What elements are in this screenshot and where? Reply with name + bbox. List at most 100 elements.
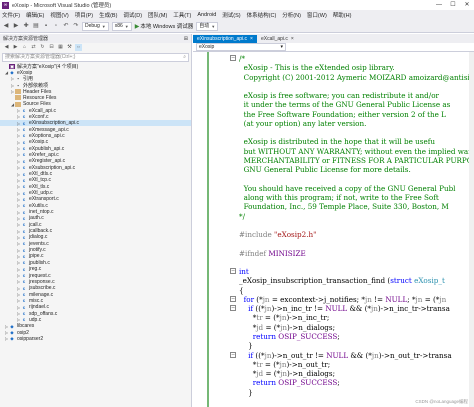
solution-explorer-title: 解决方案资源管理器 [3,36,49,42]
code-token: )->n_inc_tr; [286,313,330,323]
folder-icon [15,101,21,107]
home-icon[interactable]: ⌂ [21,44,28,51]
c-file-icon: c [22,139,26,145]
maximize-icon[interactable]: ☐ [446,0,460,10]
menu-item[interactable]: 测试(S) [222,11,240,19]
tree-item-label: eXoptions_api.c [29,132,65,139]
menu-item[interactable]: 窗口(W) [307,11,327,19]
code-token: ((* [253,304,265,314]
menu-item[interactable]: 团队(M) [148,11,167,19]
collapse-region-icon[interactable]: − [230,305,236,312]
tree-item-label: eXconf.c [29,113,49,120]
code-token: jn [279,313,287,323]
menu-item[interactable]: 体系结构(C) [247,11,277,19]
project-icon: ◆ [10,70,14,76]
save-icon[interactable]: ▪ [42,22,50,30]
menu-item[interactable]: 项目(P) [75,11,93,19]
editor-tab[interactable]: eXinsubscription_api.c × [193,35,257,43]
configuration-select[interactable]: Debug ▼ [82,21,109,31]
forward-icon[interactable]: ▶ [12,44,19,51]
show-all-files-icon[interactable]: ▦ [57,44,64,51]
menu-item[interactable]: 分析(N) [282,11,301,19]
code-token: Copyright (C) 2001-2012 Aymeric MOIZARD … [239,72,474,82]
code-token: the Free Software Foundation; either ver… [239,109,446,119]
code-token: )->n_out_tr; [286,359,331,369]
menu-item[interactable]: 视图(V) [50,11,68,19]
platform-value: x86 [114,22,123,29]
tree-item-label: sdp_offans.c [29,310,58,317]
menu-item[interactable]: 文件(F) [2,11,20,19]
minimize-icon[interactable]: — [432,0,446,10]
redo-icon[interactable]: ↷ [72,22,80,30]
reference-icon: ▪ [17,82,19,88]
code-line: return OSIP_SUCCESS; [239,378,474,387]
back-icon[interactable]: ◀ [3,44,10,51]
source-code[interactable]: −/* eXosip - This is the eXtended osip l… [230,54,474,406]
undo-icon[interactable]: ↶ [62,22,70,30]
c-file-icon: c [22,304,26,310]
close-tab-icon[interactable]: × [250,35,253,43]
menu-item[interactable]: 编辑(E) [26,11,44,19]
code-token: jn [280,369,288,379]
back-icon[interactable]: ◀ [2,22,10,30]
preview-icon[interactable]: ⇔ [75,44,82,51]
code-token: #ifndef [239,248,269,258]
code-token: )->n_inc_tr != [271,304,326,314]
start-debugging-button[interactable]: ▶ 本地 Windows 调试器 [135,22,194,31]
menu-item[interactable]: 调试(D) [123,11,142,19]
code-token: return [252,331,276,341]
collapse-all-icon[interactable]: ⊟ [48,44,55,51]
menu-item[interactable]: 生成(B) [99,11,117,19]
open-icon[interactable]: ▤ [32,22,40,30]
tree-item-label: jauth.c [29,215,44,222]
tree-item-label: eXtl_tcp.c [29,177,51,184]
c-file-icon: c [22,127,26,133]
collapse-region-icon[interactable]: − [230,55,236,61]
c-file-icon: c [22,171,26,177]
code-token: "eXosip2.h" [274,230,317,240]
menu-item[interactable]: 帮助(H) [333,11,352,19]
save-all-icon[interactable]: ▫ [52,22,60,30]
code-line: #ifndef MINISIZE [239,249,474,258]
code-line: MERCHANTABILITY or FITNESS FOR A PARTICU… [239,156,474,165]
tree-item-label: Resource Files [23,94,57,101]
editor-tab[interactable]: eXcall_api.c × [257,35,298,43]
refresh-icon[interactable]: ↻ [39,44,46,51]
menu-item[interactable]: 工具(T) [173,11,191,19]
new-project-icon[interactable]: ✚ [22,22,30,30]
collapse-region-icon[interactable]: − [230,268,236,275]
c-file-icon: c [22,114,26,120]
tab-label: eXcall_api.c [260,36,288,42]
close-icon[interactable]: ✕ [460,0,474,10]
code-token: = excontext->j_notifies; * [269,294,365,304]
collapse-region-icon[interactable]: − [230,351,236,358]
c-file-icon: c [22,279,26,285]
code-token: NULL [326,350,349,360]
code-token: jn [364,294,372,304]
properties-icon[interactable]: ⚒ [66,44,73,51]
project-icon: ◆ [10,323,14,329]
code-area[interactable]: −/* eXosip - This is the eXtended osip l… [193,52,474,407]
code-token: struct [390,276,412,286]
menu-item[interactable]: Android [197,12,216,18]
solution-search-input[interactable]: 搜索解决方案资源管理器(Ctrl+;) ⌕ [2,53,189,62]
run-mode-select[interactable]: 自动 ▼ [196,21,219,31]
tree-item-label: libcares [17,323,35,330]
project-scope-dropdown[interactable]: eXosip ▾ [196,43,286,51]
project-item[interactable]: ▷ ◆ osipparser2 [0,336,191,342]
menu-bar: 文件(F) 编辑(E) 视图(V) 项目(P) 生成(B) 调试(D) 团队(M) 工具(T)… [0,10,474,20]
collapse-region-icon[interactable]: − [230,295,236,302]
tree-item-label: jcallback.c [29,228,53,235]
c-file-icon: c [22,190,26,196]
pin-icon[interactable]: ⊞ [184,36,188,42]
solution-search-placeholder: 搜索解决方案资源管理器(Ctrl+;) [5,54,76,60]
close-tab-icon[interactable]: × [291,35,294,43]
forward-icon[interactable]: ▶ [12,22,20,30]
vertical-scrollbar[interactable] [469,52,474,407]
sync-icon[interactable]: ⇄ [30,44,37,51]
code-line: *tr = (*jn)->n_out_tr; [239,360,474,369]
platform-select[interactable]: x86 ▼ [111,21,132,31]
